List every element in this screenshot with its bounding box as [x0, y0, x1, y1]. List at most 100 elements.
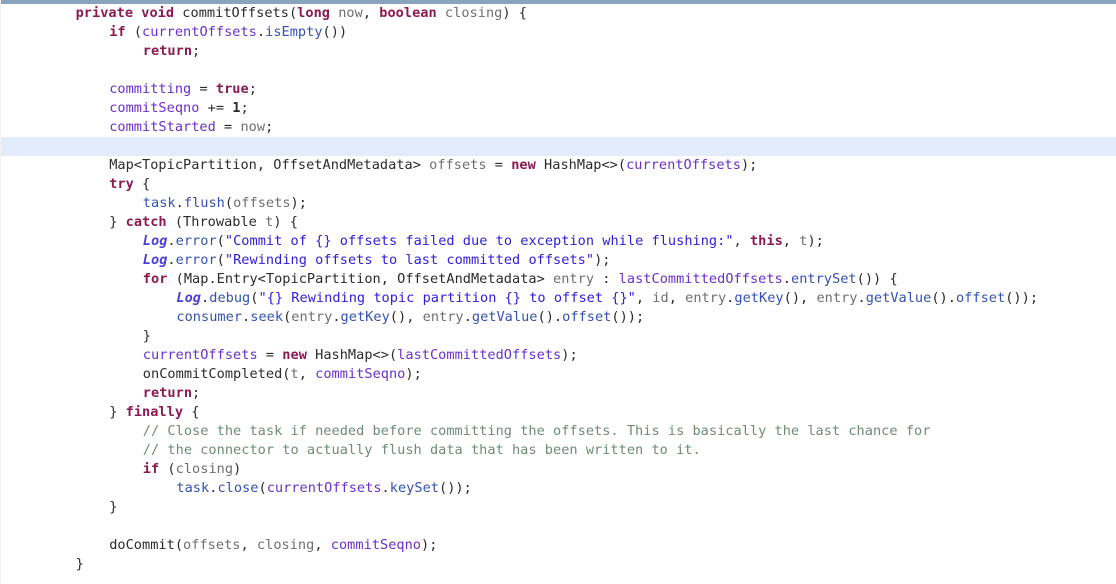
code-token-plain: .: [782, 271, 791, 287]
code-line[interactable]: }: [1, 555, 1116, 574]
code-line[interactable]: return;: [1, 384, 1116, 403]
code-token-plain: ().: [931, 290, 956, 306]
code-line[interactable]: } finally {: [1, 403, 1116, 422]
code-token-plain: commitOffsets: [182, 5, 289, 21]
code-token-plain: ());: [1005, 290, 1039, 306]
code-line[interactable]: return;: [1, 42, 1116, 61]
code-token-local: offsets: [233, 195, 291, 211]
code-token-local: entry: [291, 309, 333, 325]
code-token-ident: keySet: [389, 480, 439, 496]
code-token-field: currentOffsets: [266, 480, 382, 496]
code-token-plain: ,: [314, 537, 331, 553]
code-token-plain: );: [405, 366, 422, 382]
code-editor-pane[interactable]: private void commitOffsets(long now, boo…: [0, 0, 1116, 584]
code-token-ident: offset: [562, 309, 612, 325]
code-line[interactable]: try {: [1, 175, 1116, 194]
code-line[interactable]: Log.debug("{} Rewinding topic partition …: [1, 289, 1116, 308]
code-token-field: currentOffsets: [626, 157, 741, 173]
code-token-plain: ,: [298, 366, 316, 382]
code-token-plain: .: [167, 252, 176, 268]
code-token-kw: return: [142, 385, 193, 401]
code-token-ident: getValue: [865, 290, 932, 306]
code-line[interactable]: if (closing): [1, 460, 1116, 479]
code-line[interactable]: // the connector to actually flush data …: [1, 441, 1116, 460]
code-line[interactable]: commitStarted = now;: [1, 118, 1116, 137]
code-line[interactable]: for (Map.Entry<TopicPartition, OffsetAnd…: [1, 270, 1116, 289]
code-token-field: commitSeqno: [330, 537, 422, 553]
code-token-sfield: Log: [176, 290, 202, 306]
code-line[interactable]: Log.error("Commit of {} offsets failed d…: [1, 232, 1116, 251]
code-token-kw: return: [142, 43, 193, 59]
code-token-ident: task: [142, 195, 176, 211]
code-token-ident: error: [175, 233, 217, 249]
code-token-kw: this: [749, 233, 783, 249]
code-token-field: currentOffsets: [142, 24, 257, 40]
code-line[interactable]: }: [1, 327, 1116, 346]
code-token-plain: .: [256, 24, 266, 40]
code-token-plain: ,: [668, 290, 686, 306]
code-line[interactable]: task.close(currentOffsets.keySet());: [1, 479, 1116, 498]
code-line[interactable]: if (currentOffsets.isEmpty()): [1, 23, 1116, 42]
code-token-ident: task: [176, 480, 210, 496]
code-token-local: now: [338, 5, 363, 21]
code-line[interactable]: currentOffsets = new HashMap<>(lastCommi…: [1, 346, 1116, 365]
code-token-plain: }: [109, 404, 126, 420]
code-token-plain: ,: [733, 233, 750, 249]
code-token-kw: new: [511, 157, 536, 173]
code-line[interactable]: [1, 61, 1116, 80]
code-line[interactable]: committing = true;: [1, 80, 1116, 99]
source-code-content[interactable]: private void commitOffsets(long now, boo…: [1, 4, 1116, 574]
code-line[interactable]: task.flush(offsets);: [1, 194, 1116, 213]
code-token-str: "Commit of {} offsets failed due to exce…: [224, 233, 734, 249]
code-line[interactable]: } catch (Throwable t) {: [1, 213, 1116, 232]
code-token-field: lastCommittedOffsets: [397, 347, 562, 363]
code-line[interactable]: commitSeqno += 1;: [1, 99, 1116, 118]
code-token-local: closing: [444, 5, 503, 21]
code-token-plain: ) {: [502, 5, 527, 21]
code-token-field: currentOffsets: [142, 347, 258, 363]
code-line[interactable]: doCommit(offsets, closing, commitSeqno);: [1, 536, 1116, 555]
code-token-field: lastCommittedOffsets: [618, 271, 783, 287]
code-token-plain: :: [594, 271, 619, 287]
code-token-ident: offset: [955, 290, 1006, 306]
code-line-caret[interactable]: [1, 137, 1116, 156]
code-token-plain: ;: [192, 43, 201, 59]
code-line[interactable]: onCommitCompleted(t, commitSeqno);: [1, 365, 1116, 384]
code-token-plain: }: [109, 499, 118, 515]
code-token-plain: );: [740, 157, 758, 173]
code-line[interactable]: Log.error("Rewinding offsets to last com…: [1, 251, 1116, 270]
code-token-plain: ;: [240, 100, 249, 116]
code-token-local: offsets: [183, 537, 241, 553]
code-line[interactable]: Map<TopicPartition, OffsetAndMetadata> o…: [1, 156, 1116, 175]
code-token-local: closing: [256, 537, 315, 553]
code-token-cmt: // Close the task if needed before commi…: [142, 423, 931, 439]
code-token-kw: long: [297, 5, 330, 21]
code-line[interactable]: // Close the task if needed before commi…: [1, 422, 1116, 441]
code-token-ident: getKey: [340, 309, 390, 325]
code-token-ident: getValue: [471, 309, 538, 325]
code-token-plain: (),: [389, 309, 423, 325]
code-token-kw: new: [282, 347, 307, 363]
code-line[interactable]: private void commitOffsets(long now, boo…: [1, 4, 1116, 23]
code-line[interactable]: }: [1, 498, 1116, 517]
code-line[interactable]: consumer.seek(entry.getKey(), entry.getV…: [1, 308, 1116, 327]
code-token-ident: close: [217, 480, 259, 496]
code-token-local: now: [240, 119, 266, 135]
code-line[interactable]: [1, 517, 1116, 536]
code-token-plain: );: [807, 233, 824, 249]
code-token-kw: try: [109, 176, 134, 192]
code-token-sfield: Log: [142, 233, 168, 249]
code-token-plain: ,: [635, 290, 653, 306]
code-token-plain: ()): [322, 24, 348, 40]
code-token-plain: =: [191, 81, 216, 97]
code-token-plain: HashMap<>(: [535, 157, 627, 173]
code-token-plain: ());: [611, 309, 645, 325]
code-token-plain: (: [288, 5, 298, 21]
code-token-str: "Rewinding offsets to last committed off…: [224, 252, 595, 268]
code-token-field: commitSeqno: [315, 366, 406, 382]
code-token-plain: .: [381, 480, 390, 496]
code-token-plain: ,: [240, 537, 257, 553]
code-token-plain: ;: [248, 81, 257, 97]
code-token-kw: if: [142, 461, 160, 477]
